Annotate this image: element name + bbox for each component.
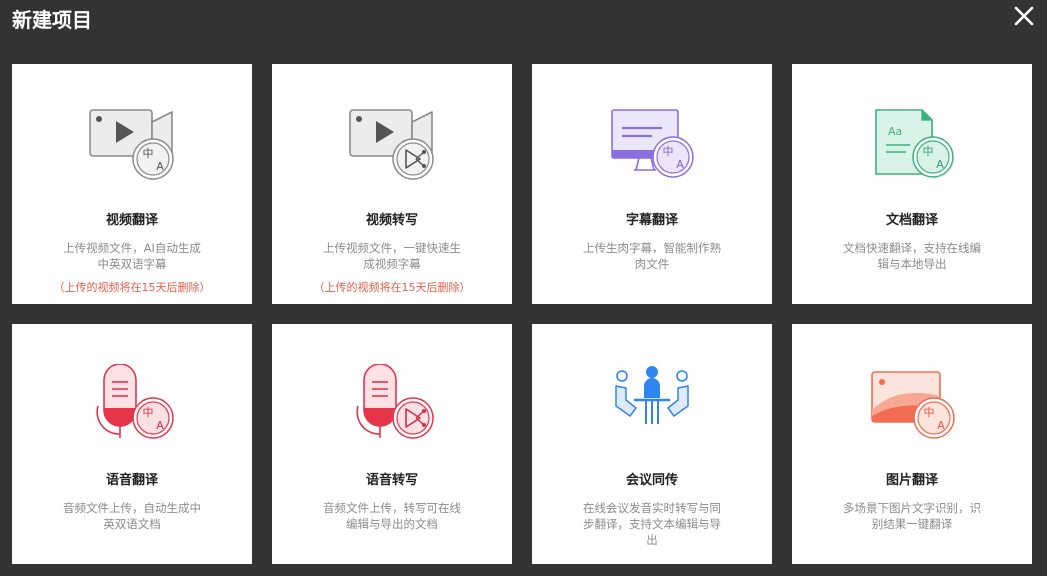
svg-text:中: 中 <box>663 145 674 158</box>
card-title: 视频转写 <box>365 213 418 228</box>
card-voice-translate[interactable]: 中 A 语音翻译 音频文件上传，自动生成中英双语文档 <box>12 324 252 564</box>
card-description: 多场景下图片文字识别，识别结果一键翻译 <box>843 501 981 531</box>
card-subtitle-translate[interactable]: 中 A 字幕翻译 上传生肉字幕，智能制作熟肉文件 <box>532 64 772 304</box>
svg-text:中: 中 <box>923 145 934 158</box>
card-document-translate[interactable]: Aa 中 A 文档翻译 文档快速翻译，支持在线编辑与本地导出 <box>792 64 1032 304</box>
card-note: （上传的视频将在15天后删除） <box>53 281 211 294</box>
card-title: 图片翻译 <box>885 473 938 488</box>
svg-text:A: A <box>676 158 684 171</box>
card-video-transcribe[interactable]: 视频转写 上传视频文件，一键快速生成视频字幕 （上传的视频将在15天后删除） <box>272 64 512 304</box>
card-meeting-interpret[interactable]: 会议同传 在线会议发音实时转写与同步翻译，支持文本编辑与导出 <box>532 324 772 564</box>
svg-text:中: 中 <box>143 406 154 419</box>
svg-text:中: 中 <box>924 406 935 419</box>
video-transcribe-icon <box>349 109 434 180</box>
card-description: 音频文件上传，自动生成中英双语文档 <box>63 501 201 531</box>
close-icon <box>1014 6 1034 26</box>
card-description: 在线会议发音实时转写与同步翻译，支持文本编辑与导出 <box>583 501 721 547</box>
card-title: 会议同传 <box>625 473 678 488</box>
subtitle-translate-icon: 中 A <box>611 109 694 178</box>
card-description: 上传生肉字幕，智能制作熟肉文件 <box>583 241 721 271</box>
card-voice-transcribe[interactable]: 语音转写 音频文件上传，转写可在线编辑与导出的文档 <box>272 324 512 564</box>
card-title: 视频翻译 <box>105 213 158 228</box>
svg-text:A: A <box>156 160 164 173</box>
page-title: 新建项目 <box>12 8 92 32</box>
card-video-translate[interactable]: 中 A 视频翻译 上传视频文件，AI自动生成中英双语字幕 （上传的视频将在15天… <box>12 64 252 304</box>
card-title: 字幕翻译 <box>625 213 678 228</box>
svg-text:Aa: Aa <box>888 125 902 138</box>
svg-text:A: A <box>156 419 164 432</box>
project-type-grid: 中 A 视频翻译 上传视频文件，AI自动生成中英双语字幕 （上传的视频将在15天… <box>12 64 1032 564</box>
card-image-translate[interactable]: 中 A 图片翻译 多场景下图片文字识别，识别结果一键翻译 <box>792 324 1032 564</box>
card-title: 语音翻译 <box>105 473 158 488</box>
card-title: 语音转写 <box>365 473 418 488</box>
card-description: 上传视频文件，AI自动生成中英双语字幕 <box>63 241 201 271</box>
image-translate-icon: 中 A <box>871 371 955 439</box>
svg-text:A: A <box>936 158 944 171</box>
video-translate-icon: 中 A <box>89 109 174 180</box>
card-note: （上传的视频将在15天后删除） <box>313 281 471 294</box>
close-button[interactable] <box>1013 5 1035 27</box>
voice-translate-icon: 中 A <box>96 364 174 439</box>
meeting-interpret-icon <box>615 366 689 424</box>
svg-text:A: A <box>937 419 945 432</box>
svg-text:中: 中 <box>143 147 154 160</box>
card-description: 音频文件上传，转写可在线编辑与导出的文档 <box>323 501 461 531</box>
voice-transcribe-icon <box>356 364 434 439</box>
card-description: 上传视频文件，一键快速生成视频字幕 <box>323 241 461 271</box>
card-title: 文档翻译 <box>885 213 938 228</box>
card-description: 文档快速翻译，支持在线编辑与本地导出 <box>843 241 981 271</box>
document-translate-icon: Aa 中 A <box>875 109 954 178</box>
